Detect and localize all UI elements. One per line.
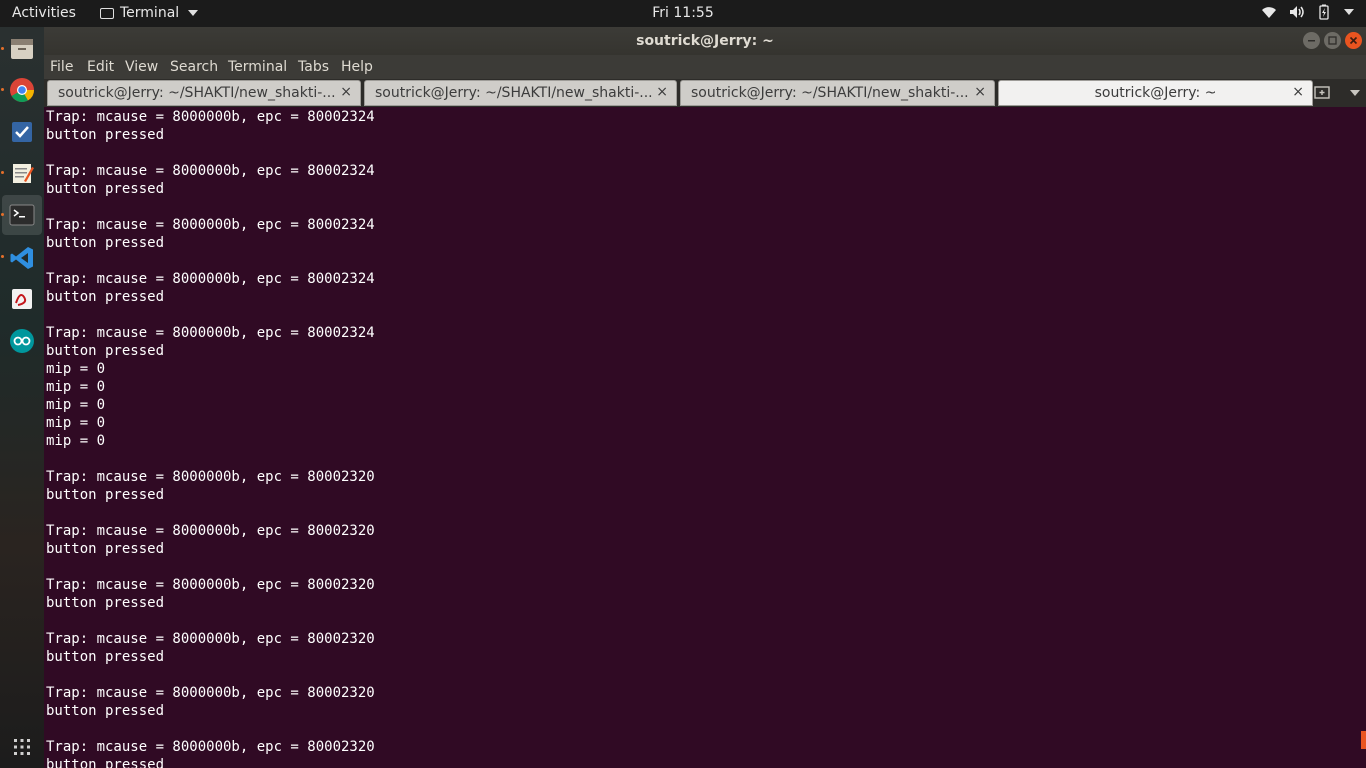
menu-edit[interactable]: Edit (87, 59, 114, 75)
minimize-button[interactable] (1303, 32, 1320, 49)
menu-search[interactable]: Search (170, 59, 218, 75)
app-menu-label: Terminal (120, 5, 180, 21)
system-menu-chevron-icon (1344, 9, 1354, 15)
top-bar: Activities Terminal Fri 11:55 (0, 0, 1366, 27)
running-indicator (1, 255, 4, 258)
tab-label: soutrick@Jerry: ~/SHAKTI/new_shakti-... (375, 85, 653, 101)
tasks-icon (12, 122, 32, 142)
dock (0, 27, 45, 768)
running-indicator (1, 88, 4, 91)
dock-tasks[interactable] (6, 116, 38, 148)
text-editor-icon (13, 164, 34, 183)
dock-document-viewer[interactable] (6, 283, 38, 315)
tab-close-icon[interactable]: × (340, 84, 352, 100)
wifi-icon (1262, 7, 1276, 18)
tab-bar: soutrick@Jerry: ~/SHAKTI/new_shakti-... … (44, 79, 1366, 107)
tab-close-icon[interactable]: × (656, 84, 668, 100)
vscode-icon (10, 247, 33, 269)
running-indicator (1, 213, 4, 216)
menu-tabs[interactable]: Tabs (298, 59, 329, 75)
tab-menu-chevron-icon[interactable] (1350, 90, 1360, 96)
battery-icon (1319, 4, 1329, 20)
terminal-output: Trap: mcause = 8000000b, epc = 80002324 … (46, 109, 375, 768)
dock-chrome[interactable] (6, 74, 38, 106)
system-tray[interactable] (1261, 4, 1354, 20)
terminal-app-icon (100, 7, 114, 19)
tab-close-icon[interactable]: × (974, 84, 986, 100)
dock-files[interactable] (6, 33, 38, 65)
menu-view[interactable]: View (125, 59, 158, 75)
tab-label: soutrick@Jerry: ~/SHAKTI/new_shakti-... (691, 85, 969, 101)
menu-file[interactable]: File (50, 59, 73, 75)
title-bar[interactable]: soutrick@Jerry: ~ (44, 27, 1366, 55)
menu-terminal[interactable]: Terminal (228, 59, 287, 75)
app-menu[interactable]: Terminal (100, 5, 199, 21)
tab-2[interactable]: soutrick@Jerry: ~/SHAKTI/new_shakti-... … (364, 80, 677, 106)
dock-vscode[interactable] (6, 242, 38, 274)
menu-bar: File Edit View Search Terminal Tabs Help (44, 55, 1366, 79)
terminal-window: soutrick@Jerry: ~ File Edit View Search … (44, 27, 1366, 768)
terminal-output-area[interactable]: Trap: mcause = 8000000b, epc = 80002324 … (44, 107, 1366, 768)
tab-4-active[interactable]: soutrick@Jerry: ~ × (998, 80, 1313, 106)
arduino-icon (10, 329, 34, 353)
files-icon (11, 39, 33, 59)
volume-icon (1290, 6, 1304, 18)
document-viewer-icon (12, 289, 32, 309)
activities-button[interactable]: Activities (12, 5, 76, 21)
running-indicator (1, 171, 4, 174)
tab-close-icon[interactable]: × (1292, 84, 1304, 100)
dock-show-applications[interactable] (6, 731, 38, 763)
running-indicator (1, 47, 4, 50)
maximize-button[interactable] (1324, 32, 1341, 49)
terminal-icon (9, 204, 35, 226)
dock-arduino[interactable] (6, 325, 38, 357)
chevron-down-icon (188, 10, 199, 16)
tab-label: soutrick@Jerry: ~ (1094, 85, 1217, 101)
close-icon (1349, 36, 1358, 45)
menu-help[interactable]: Help (341, 59, 373, 75)
dock-terminal[interactable] (2, 195, 42, 235)
scrollbar-indicator[interactable] (1361, 731, 1366, 749)
dock-text-editor[interactable] (6, 157, 38, 189)
tab-1[interactable]: soutrick@Jerry: ~/SHAKTI/new_shakti-... … (47, 80, 361, 106)
maximize-icon (1328, 36, 1337, 45)
tab-3[interactable]: soutrick@Jerry: ~/SHAKTI/new_shakti-... … (680, 80, 995, 106)
tab-label: soutrick@Jerry: ~/SHAKTI/new_shakti-... (58, 85, 336, 101)
window-title: soutrick@Jerry: ~ (636, 33, 774, 49)
minimize-icon (1308, 40, 1315, 42)
show-applications-icon (14, 739, 30, 755)
clock[interactable]: Fri 11:55 (0, 5, 1366, 21)
new-tab-icon[interactable] (1314, 84, 1332, 100)
chrome-icon (10, 78, 34, 103)
close-window-button[interactable] (1345, 32, 1362, 49)
